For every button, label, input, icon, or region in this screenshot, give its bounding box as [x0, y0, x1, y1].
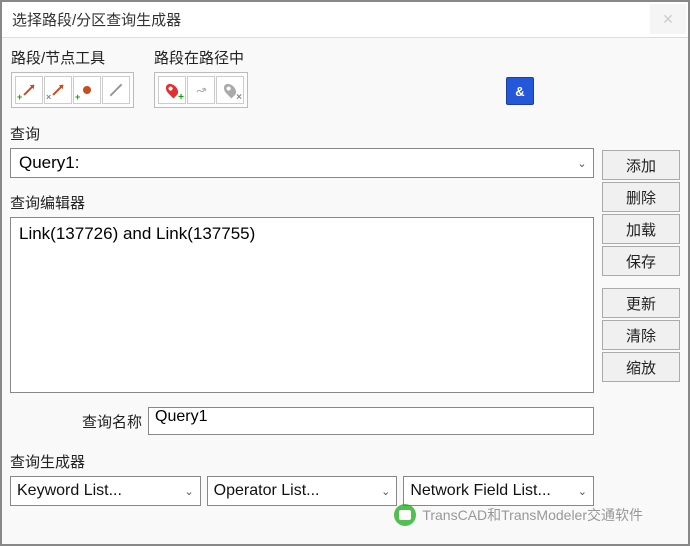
query-name-label: 查询名称	[82, 411, 142, 432]
operator-combo[interactable]: Operator List... ⌄	[207, 476, 398, 506]
close-button[interactable]: ✕	[650, 4, 686, 34]
pencil-icon	[52, 84, 63, 95]
add-link-tool[interactable]: +	[15, 76, 43, 104]
chevron-down-icon: ⌄	[571, 149, 593, 177]
dot-icon	[83, 86, 91, 94]
close-icon: ✕	[662, 11, 674, 28]
window-title: 选择路段/分区查询生成器	[12, 9, 181, 30]
query-editor-text: Link(137726) and Link(137755)	[19, 224, 255, 243]
route-tool[interactable]: ↝	[187, 76, 215, 104]
arrow-icon: ↝	[194, 82, 208, 99]
load-button[interactable]: 加载	[602, 214, 680, 244]
link-on-path-tool-buttons: + ↝ ×	[154, 72, 248, 108]
keyword-combo[interactable]: Keyword List... ⌄	[10, 476, 201, 506]
plus-icon: +	[17, 92, 22, 102]
update-button[interactable]: 更新	[602, 288, 680, 318]
remove-pin-tool[interactable]: ×	[216, 76, 244, 104]
query-combo[interactable]: Query1: ⌄	[10, 148, 594, 178]
clear-tool[interactable]	[102, 76, 130, 104]
link-node-tool-buttons: + × +	[11, 72, 134, 108]
query-name-row: 查询名称 Query1	[10, 407, 594, 435]
chevron-down-icon: ⌄	[184, 485, 193, 498]
and-icon: &	[515, 84, 524, 99]
dialog-window: 选择路段/分区查询生成器 ✕ 路段/节点工具 + ×	[0, 0, 690, 546]
editor-label: 查询编辑器	[10, 192, 594, 213]
slash-icon	[110, 84, 123, 97]
operator-combo-value: Operator List...	[214, 482, 381, 500]
pencil-icon	[23, 84, 34, 95]
and-operator-button[interactable]: &	[506, 77, 534, 105]
left-column: 路段/节点工具 + × +	[10, 46, 594, 536]
keyword-combo-value: Keyword List...	[17, 482, 184, 500]
query-name-value: Query1	[155, 408, 207, 425]
save-button[interactable]: 保存	[602, 246, 680, 276]
toolbar-row: 路段/节点工具 + × +	[10, 46, 594, 109]
plus-icon: +	[178, 92, 184, 103]
query-label: 查询	[10, 123, 594, 144]
field-combo[interactable]: Network Field List... ⌄	[403, 476, 594, 506]
link-on-path-label: 路段在路径中	[154, 47, 248, 68]
minus-icon: ×	[46, 92, 51, 102]
add-button[interactable]: 添加	[602, 150, 680, 180]
link-node-label: 路段/节点工具	[11, 47, 134, 68]
zoom-button[interactable]: 缩放	[602, 352, 680, 382]
chevron-down-icon: ⌄	[381, 485, 390, 498]
remove-link-tool[interactable]: ×	[44, 76, 72, 104]
builder-label: 查询生成器	[10, 451, 594, 472]
chevron-down-icon: ⌄	[578, 485, 587, 498]
title-bar: 选择路段/分区查询生成器 ✕	[2, 2, 688, 38]
plus-icon: +	[75, 92, 80, 102]
query-name-input[interactable]: Query1	[148, 407, 594, 435]
query-editor[interactable]: Link(137726) and Link(137755)	[10, 217, 594, 393]
builder-row: Keyword List... ⌄ Operator List... ⌄ Net…	[10, 476, 594, 506]
dialog-body: 路段/节点工具 + × +	[2, 38, 688, 544]
field-combo-value: Network Field List...	[410, 482, 577, 500]
query-combo-value: Query1:	[11, 153, 571, 173]
delete-button[interactable]: 删除	[602, 182, 680, 212]
add-node-tool[interactable]: +	[73, 76, 101, 104]
side-buttons: 添加 删除 加载 保存 更新 清除 缩放	[602, 46, 680, 536]
cross-icon: ×	[236, 92, 242, 103]
add-pin-tool[interactable]: +	[158, 76, 186, 104]
link-node-tool-group: 路段/节点工具 + × +	[10, 46, 135, 109]
clear-button[interactable]: 清除	[602, 320, 680, 350]
link-on-path-tool-group: 路段在路径中 + ↝ ×	[153, 46, 249, 109]
